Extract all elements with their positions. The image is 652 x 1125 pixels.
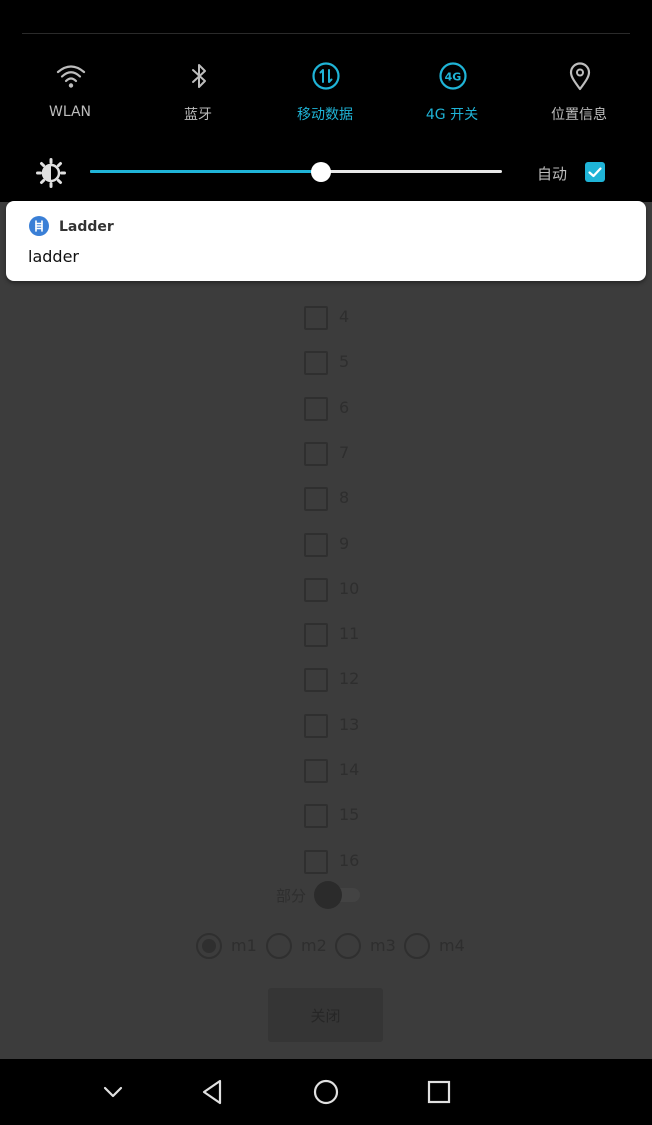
checkbox-label: 4 [339,307,350,326]
4g-icon: 4G [439,62,467,90]
checkbox-row[interactable]: 12 [304,666,424,694]
location-icon [569,62,591,91]
checkbox[interactable] [304,849,328,874]
checkbox-label: 14 [339,760,360,779]
navigation-bar [0,1059,652,1125]
back-icon[interactable] [198,1077,228,1107]
checkbox-label: 16 [339,850,360,870]
checkbox[interactable] [304,351,328,376]
brightness-icon [36,158,66,188]
checkbox-label: 7 [339,442,350,462]
notification-app-name: Ladder [59,219,114,235]
checkbox-label: 10 [339,578,360,598]
checkbox-row[interactable]: 14 [304,757,424,785]
tile-label: 位置信息 [551,107,607,123]
partial-toggle-thumb[interactable] [314,881,342,909]
checkbox-label: 15 [339,805,360,825]
tile-label: 4G 开关 [425,107,479,123]
tile-wlan[interactable]: WLAN [15,56,125,126]
collapse-icon[interactable] [98,1077,128,1107]
checkbox-row[interactable]: 15 [304,802,424,830]
radio-circle[interactable] [266,933,292,959]
divider [22,33,630,34]
tile-bluetooth[interactable]: 蓝牙 [143,56,253,126]
radio-label: m2 [301,936,327,955]
slider-thumb[interactable] [310,162,331,182]
close-button[interactable]: 关闭 [268,988,383,1042]
checkbox[interactable] [304,577,328,602]
radio-selected-dot [202,939,216,953]
svg-text:4G: 4G [445,71,462,84]
notification-card[interactable]: Ladder ladder [6,201,646,281]
brightness-slider[interactable] [90,160,502,184]
checkmark-icon [588,167,602,178]
tile-location[interactable]: 位置信息 [524,56,634,126]
checkbox-label: 13 [339,714,360,734]
tile-label: 蓝牙 [184,107,212,123]
checkbox[interactable] [304,668,328,693]
wifi-icon [56,65,86,88]
tile-4g[interactable]: 4G 4G 开关 [397,56,507,126]
tile-mobile-data[interactable]: 移动数据 [270,56,380,126]
tile-label: WLAN [48,104,91,120]
checkbox-row[interactable]: 16 [304,848,424,876]
checkbox[interactable] [304,441,328,466]
radio-circle[interactable] [335,933,361,959]
checkbox-label: 5 [339,352,350,372]
radio-label: m1 [231,936,257,955]
checkbox-row[interactable]: 5 [304,349,424,377]
checkbox-label: 9 [339,533,350,553]
partial-toggle-row: 部分 [276,880,396,910]
recents-icon[interactable] [424,1077,454,1107]
notification-text: ladder [28,247,79,266]
radio-circle[interactable] [404,933,430,959]
checkbox-label: 11 [339,624,360,644]
tile-label: 移动数据 [297,107,353,123]
checkbox[interactable] [304,713,328,738]
checkbox-label: 6 [339,397,350,417]
radio-label: m3 [370,936,396,955]
checkbox-row[interactable]: 13 [304,712,424,740]
checkbox-row[interactable]: 11 [304,621,424,649]
slider-fill [90,170,321,173]
mobile-data-icon [312,62,340,90]
radio-label: m4 [439,936,465,955]
checkbox[interactable] [304,759,328,783]
checkbox-row[interactable]: 9 [304,531,424,559]
ladder-app-icon [29,216,49,236]
auto-brightness-label: 自动 [537,165,568,183]
home-icon[interactable] [311,1077,341,1107]
checkbox[interactable] [304,487,328,512]
checkbox-label: 12 [339,669,360,689]
checkbox-row[interactable]: 6 [304,395,424,423]
checkbox-row[interactable]: 10 [304,576,424,604]
checkbox-label: 8 [339,488,350,508]
checkbox-row[interactable]: 4 [304,304,424,332]
checkbox[interactable] [304,532,328,557]
checkbox-row[interactable]: 8 [304,485,424,513]
bluetooth-icon [192,64,206,88]
checkbox[interactable] [304,396,328,421]
checkbox-row[interactable]: 7 [304,440,424,468]
checkbox[interactable] [304,623,328,648]
checkbox[interactable] [304,306,328,330]
quick-settings-panel: WLAN 蓝牙 移动数据 4G 4G 开关 位置信息 自动 [0,0,652,202]
auto-brightness-checkbox[interactable] [585,162,605,182]
partial-toggle-label: 部分 [276,887,307,905]
checkbox[interactable] [304,804,328,829]
